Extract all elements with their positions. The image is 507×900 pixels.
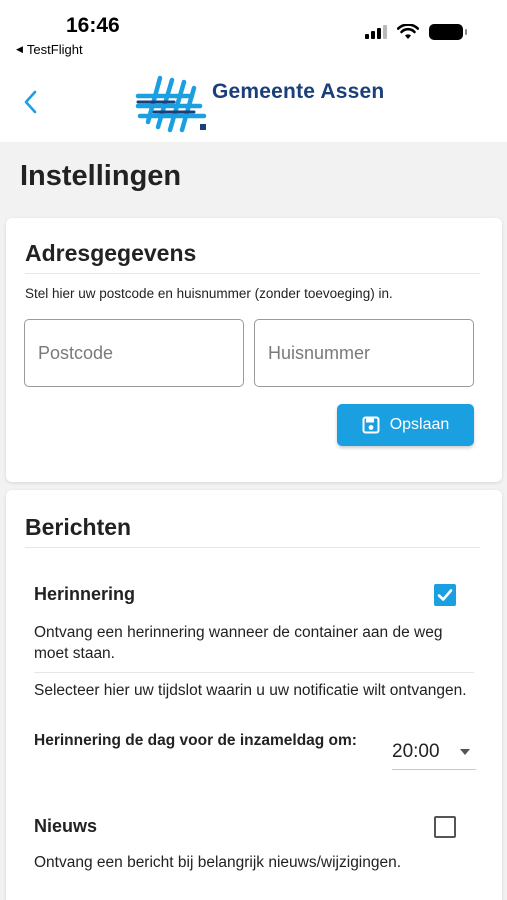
testflight-back-link[interactable]: ◀ TestFlight (16, 42, 83, 57)
divider (25, 273, 480, 274)
postcode-input[interactable] (25, 320, 243, 386)
news-label: Nieuws (34, 816, 98, 836)
save-button[interactable]: Opslaan (337, 404, 474, 446)
reminder-time-label: Herinnering de dag voor de inzameldag om… (34, 732, 357, 749)
chevron-left-icon (24, 90, 37, 114)
divider (34, 672, 474, 673)
testflight-label: TestFlight (26, 42, 83, 57)
divider (25, 547, 480, 548)
caret-down-icon (460, 748, 470, 755)
wifi-icon (397, 24, 419, 39)
postcode-field (24, 319, 244, 387)
reminder-time-value: 20:00 (392, 740, 440, 762)
address-hint: Stel hier uw postcode en huisnummer (zon… (25, 286, 393, 301)
address-card: Adresgegevens Stel hier uw postcode en h… (6, 218, 502, 482)
news-description: Ontvang een bericht bij belangrijk nieuw… (34, 854, 402, 871)
status-time: 16:46 (66, 14, 120, 37)
status-icons (365, 24, 467, 40)
address-card-title: Adresgegevens (25, 240, 197, 266)
floppy-disk-icon (362, 416, 380, 434)
logo-text: Gemeente Assen (212, 80, 385, 103)
back-button[interactable] (12, 82, 48, 122)
news-checkbox[interactable] (434, 816, 456, 838)
reminder-checkbox[interactable] (434, 584, 456, 606)
status-bar: 16:46 ◀ TestFlight (0, 0, 507, 62)
reminder-label: Herinnering (34, 584, 136, 604)
cellular-signal-icon (365, 25, 387, 39)
reminder-description: Ontvang een herinnering wanneer de conta… (34, 624, 443, 662)
page-title: Instellingen (20, 160, 182, 192)
gemeente-assen-logo-icon (135, 75, 207, 133)
messages-card-title: Berichten (25, 514, 132, 540)
back-triangle-icon: ◀ (16, 44, 23, 54)
huisnummer-input[interactable] (255, 320, 473, 386)
messages-card: Berichten Herinnering Ontvang een herinn… (6, 490, 502, 900)
reminder-time-select[interactable]: 20:00 (392, 734, 476, 770)
checkmark-icon (437, 589, 453, 601)
save-button-label: Opslaan (389, 416, 450, 433)
timeslot-hint: Selecteer hier uw tijdslot waarin u uw n… (34, 682, 467, 699)
battery-icon (429, 24, 467, 40)
huisnummer-field (254, 319, 474, 387)
app-header: Gemeente Assen (0, 62, 507, 142)
